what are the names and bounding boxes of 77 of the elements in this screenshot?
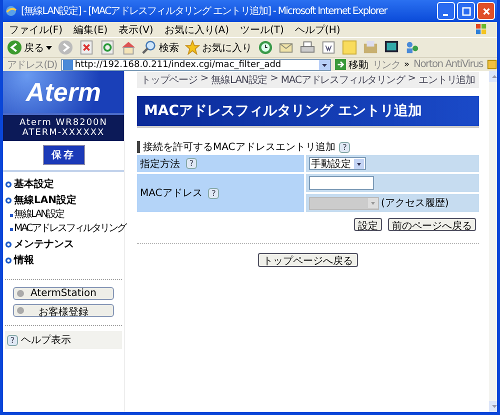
- maximize-button[interactable]: [457, 2, 475, 20]
- mac-address-field[interactable]: [309, 176, 374, 190]
- windows-logo-icon: [476, 24, 487, 35]
- menu-item[interactable]: 表示(V): [118, 22, 154, 36]
- nav-link[interactable]: 情報: [14, 253, 34, 267]
- history-label: (アクセス履歴): [381, 197, 449, 210]
- star-icon: [185, 40, 200, 55]
- dropdown-icon[interactable]: [319, 60, 330, 70]
- note-icon[interactable]: [342, 40, 357, 55]
- square-bullet-icon: [10, 228, 13, 230]
- breadcrumb-separator: >: [200, 73, 208, 86]
- dropdown-icon: [354, 158, 364, 168]
- address-label: アドレス(D): [7, 58, 57, 72]
- sub-nav-link[interactable]: MACアドレスフィルタリング: [14, 223, 126, 235]
- close-icon: [482, 6, 490, 16]
- scrollbar[interactable]: [488, 71, 497, 412]
- help-button[interactable]: ?: [186, 158, 197, 169]
- menu-item[interactable]: お気に入り(A): [164, 22, 229, 36]
- help-button[interactable]: ?: [339, 142, 350, 152]
- address-field[interactable]: http://192.168.0.211/index.cgi/mac_filter_add: [60, 58, 332, 70]
- row-label: MACアドレス: [140, 187, 202, 200]
- nav-link[interactable]: 基本設定: [14, 177, 54, 191]
- breadcrumb-link[interactable]: 無線LAN設定: [211, 73, 268, 87]
- aterm-logo: Aterm: [26, 76, 102, 108]
- help-display-toggle[interactable]: ? ヘルプ表示: [5, 331, 122, 349]
- people-icon[interactable]: [405, 40, 420, 55]
- device-name: ATERM-XXXXXX: [22, 128, 105, 138]
- breadcrumb-separator: >: [408, 73, 416, 86]
- page-heading: MACアドレスフィルタリング エントリ追加: [137, 96, 479, 126]
- breadcrumb-separator: >: [270, 73, 278, 86]
- scroll-up-icon[interactable]: [488, 71, 497, 82]
- minimize-button[interactable]: [437, 2, 455, 20]
- menu-item[interactable]: ヘルプ(H): [294, 22, 340, 36]
- more-links-button[interactable]: »: [404, 60, 410, 70]
- minimize-icon: [442, 14, 448, 16]
- breadcrumb-link[interactable]: トップページ: [141, 73, 198, 87]
- nav-link[interactable]: 無線LAN設定: [14, 193, 76, 207]
- monitor-icon[interactable]: [384, 40, 399, 55]
- nav-link[interactable]: メンテナンス: [14, 237, 74, 251]
- page-icon: [62, 60, 73, 70]
- folder-icon[interactable]: [363, 40, 378, 55]
- browser-icon: [5, 5, 17, 17]
- window-title: [無線LAN設定] - [MACアドレスフィルタリング エントリ追加] - Microsoft Internet Explorer: [21, 4, 388, 18]
- top-page-button[interactable]: トップページへ戻る: [258, 253, 358, 267]
- section-title: 接続を許可するMACアドレスエントリ追加: [143, 140, 336, 154]
- print-icon[interactable]: [300, 40, 315, 55]
- row-label: 指定方法: [140, 158, 180, 170]
- form-button[interactable]: 前のページへ戻る: [388, 218, 476, 231]
- forward-icon[interactable]: [58, 40, 73, 55]
- side-button[interactable]: AtermStation: [13, 287, 114, 300]
- breadcrumb-link[interactable]: エントリ追加: [418, 73, 475, 87]
- menu-item[interactable]: 編集(E): [74, 22, 108, 36]
- help-button[interactable]: ?: [208, 188, 220, 198]
- square-bullet-icon: [10, 214, 13, 216]
- side-button[interactable]: お客様登録: [13, 304, 114, 317]
- home-icon[interactable]: [121, 40, 136, 55]
- close-button[interactable]: [477, 2, 495, 20]
- method-select[interactable]: 手動設定: [309, 157, 366, 170]
- form-button[interactable]: 設定: [354, 218, 382, 231]
- history-icon[interactable]: [258, 40, 273, 55]
- search-button[interactable]: 検索: [142, 40, 179, 55]
- refresh-icon[interactable]: [100, 40, 115, 55]
- menu-item[interactable]: ファイル(F): [9, 22, 63, 36]
- stop-icon[interactable]: [79, 40, 94, 55]
- breadcrumb-link[interactable]: MACアドレスフィルタリング: [280, 73, 405, 87]
- model-name: Aterm WR8200N: [19, 118, 108, 128]
- back-button[interactable]: 戻る: [7, 40, 52, 55]
- search-icon: [142, 40, 157, 55]
- dropdown-icon: [368, 198, 378, 208]
- edit-icon[interactable]: [321, 40, 336, 55]
- caret-icon: [46, 46, 52, 50]
- scroll-down-icon[interactable]: [488, 401, 497, 412]
- sub-nav-link[interactable]: 無線LAN設定: [14, 209, 64, 221]
- maximize-icon: [462, 6, 470, 16]
- menu-item[interactable]: ツール(T): [240, 22, 284, 36]
- save-button[interactable]: 保存: [42, 145, 84, 165]
- favorites-button[interactable]: お気に入り: [185, 40, 252, 55]
